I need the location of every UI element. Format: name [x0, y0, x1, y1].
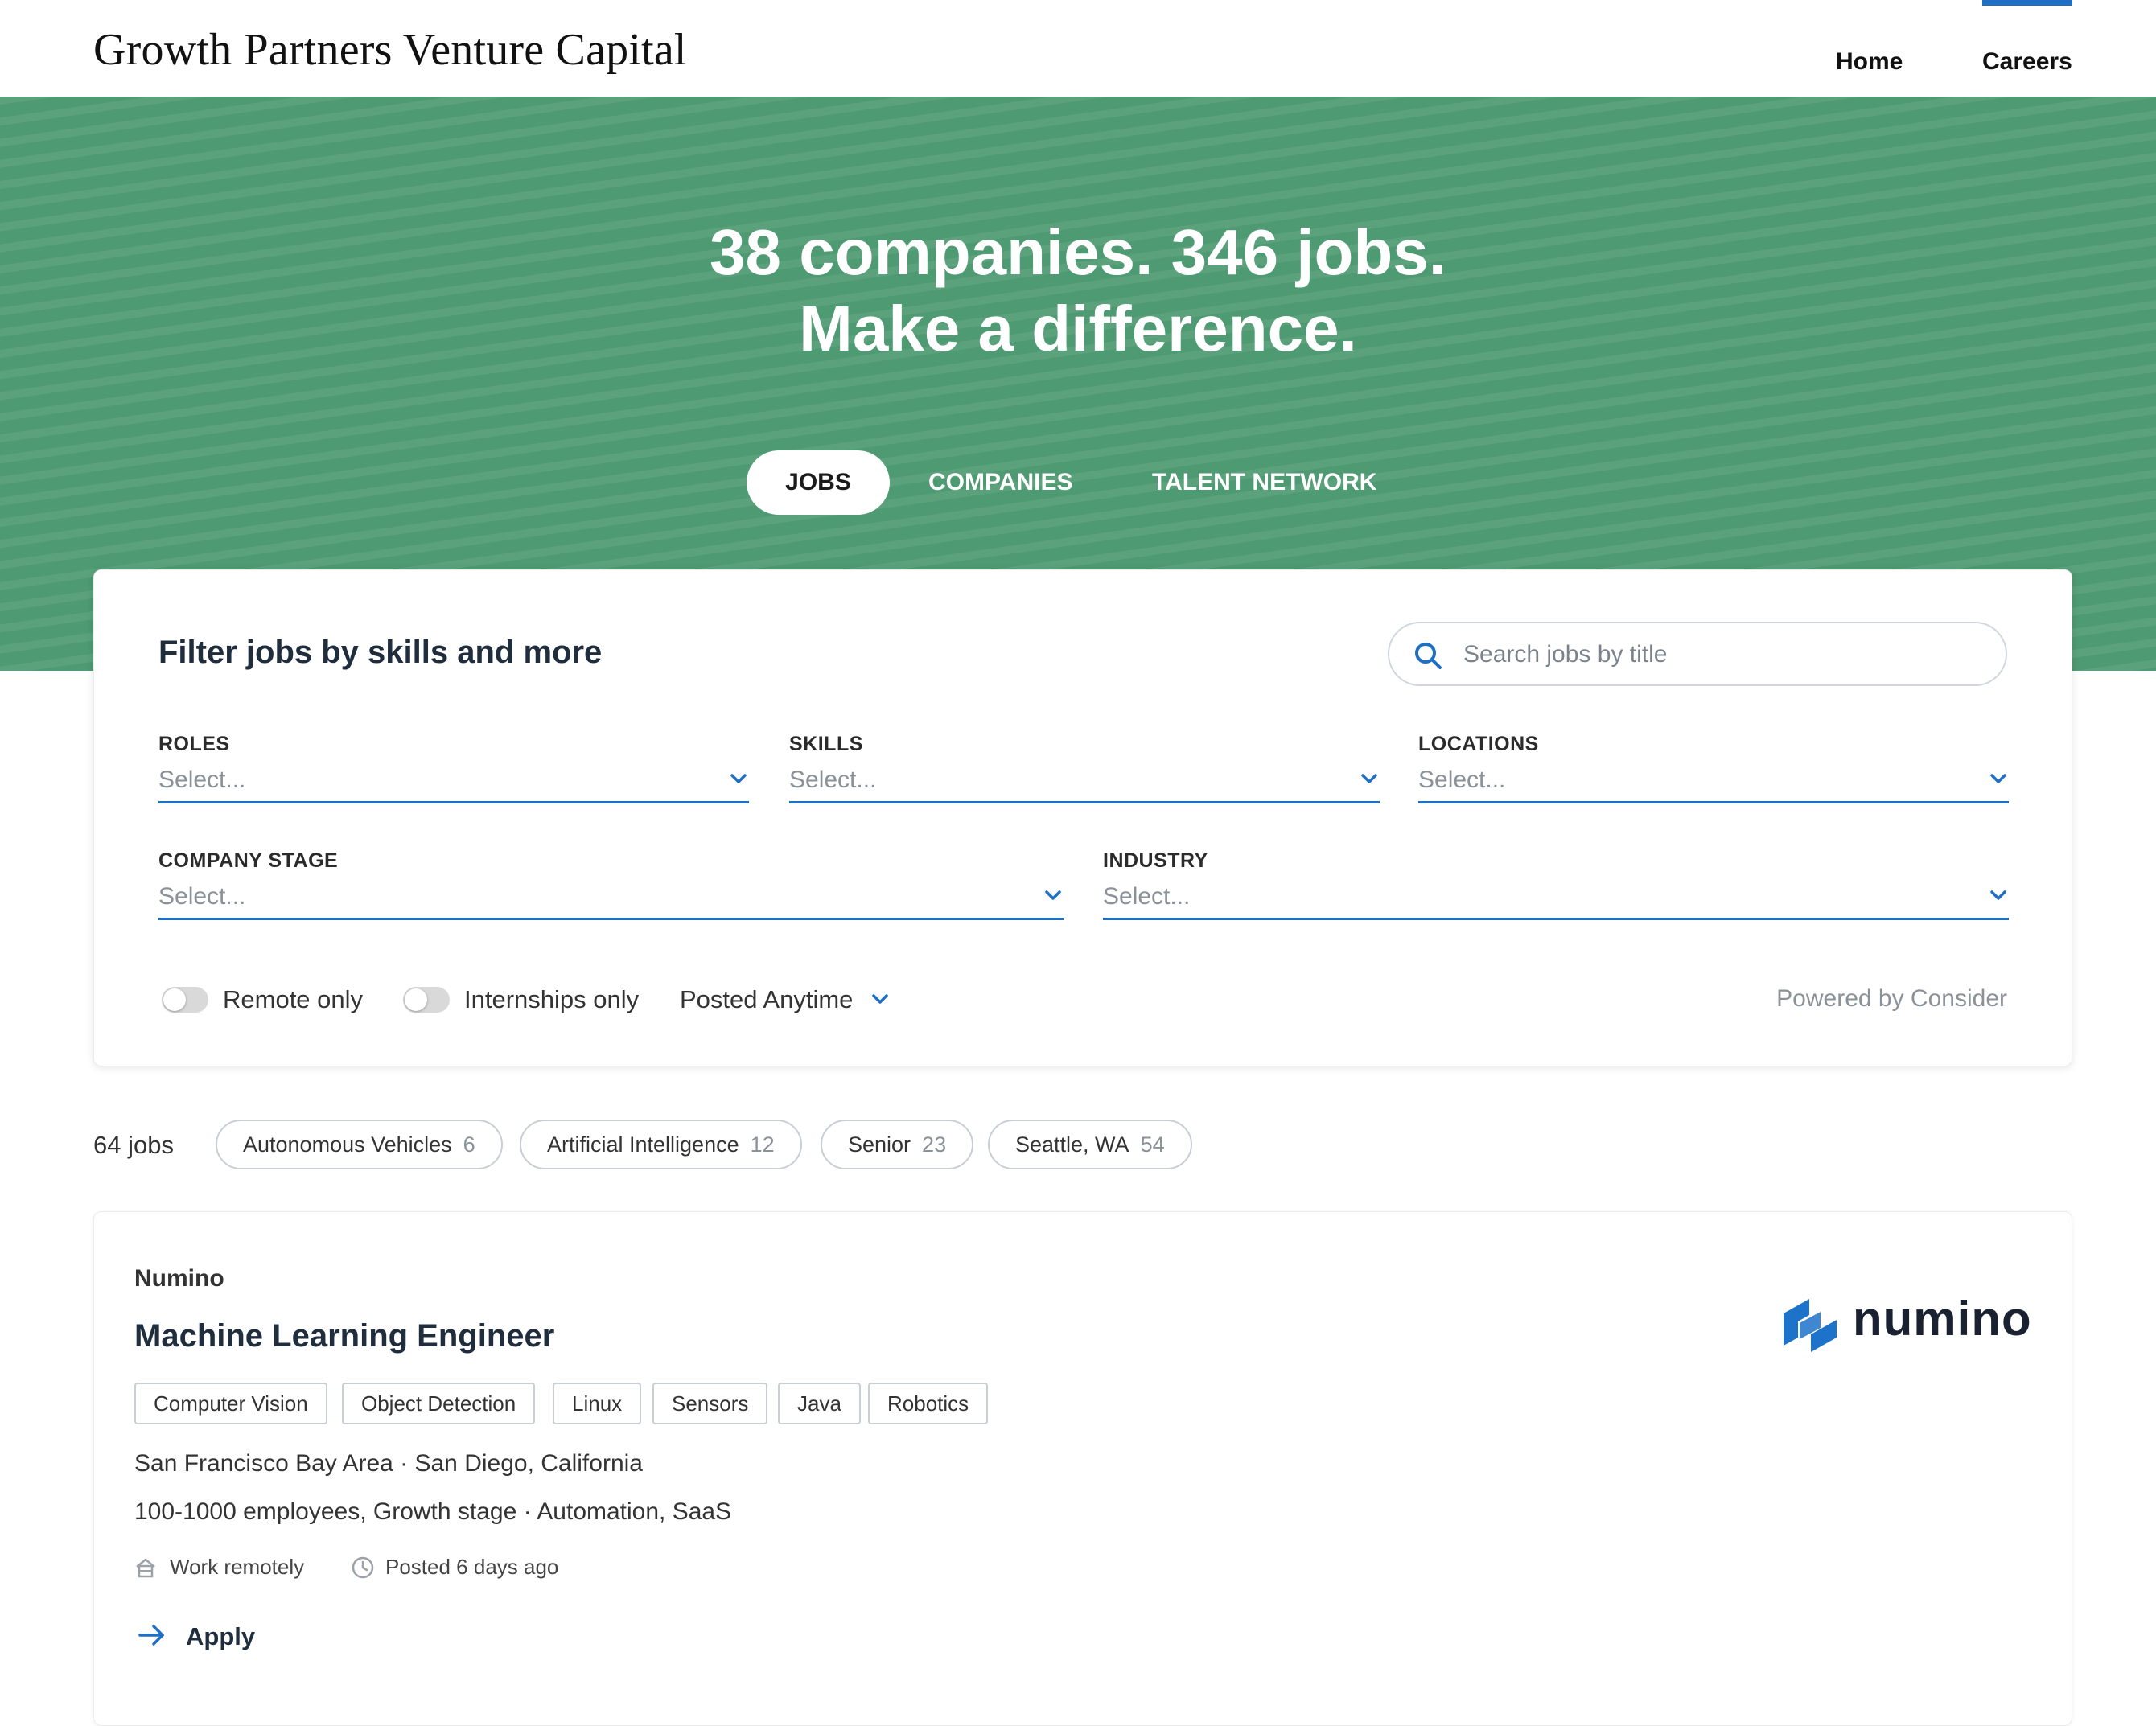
powered-by[interactable]: Powered by Consider	[1776, 985, 2007, 1013]
job-tag: Java	[778, 1383, 861, 1424]
chip-label: Autonomous Vehicles	[243, 1132, 452, 1157]
house-icon	[136, 1558, 155, 1578]
roles-value[interactable]: Select...	[158, 766, 245, 794]
chip-seattle-wa[interactable]: Seattle, WA 54	[988, 1120, 1192, 1169]
industry-underline	[1103, 918, 2009, 920]
job-company-info: 100-1000 employees, Growth stage · Autom…	[134, 1498, 732, 1525]
arrow-right-icon[interactable]	[138, 1622, 167, 1648]
hero-headline-line1: 38 companies. 346 jobs.	[710, 216, 1446, 288]
posted-anytime-dropdown[interactable]: Posted Anytime	[680, 985, 853, 1014]
job-tag: Object Detection	[342, 1383, 536, 1424]
nav-active-indicator	[1982, 0, 2072, 6]
skills-select[interactable]: SKILLS Select...	[789, 733, 1380, 803]
job-company-name[interactable]: Numino	[134, 1265, 224, 1292]
search-icon	[1415, 643, 1442, 669]
chevron-down-icon[interactable]	[1359, 768, 1380, 789]
chip-label: Seattle, WA	[1015, 1132, 1129, 1157]
toggle-knob	[405, 988, 427, 1011]
tab-jobs[interactable]: JOBS	[747, 450, 890, 515]
chip-count: 54	[1140, 1132, 1165, 1157]
chevron-down-icon[interactable]	[1988, 768, 2009, 789]
job-locations: San Francisco Bay Area · San Diego, Cali…	[134, 1450, 643, 1477]
toggle-knob	[163, 988, 186, 1011]
roles-select[interactable]: ROLES Select...	[158, 733, 749, 803]
internships-only-label[interactable]: Internships only	[464, 985, 639, 1014]
roles-label: ROLES	[158, 733, 230, 755]
remote-only-toggle[interactable]	[162, 987, 208, 1013]
job-tag: Sensors	[652, 1383, 768, 1424]
chip-label: Senior	[848, 1132, 911, 1157]
job-card[interactable]: Numino Machine Learning Engineer Compute…	[93, 1211, 2072, 1726]
tab-companies[interactable]: COMPANIES	[928, 450, 1072, 515]
filter-title: Filter jobs by skills and more	[158, 635, 603, 670]
clock-icon	[352, 1556, 374, 1579]
brand-title[interactable]: Growth Partners Venture Capital	[93, 24, 687, 76]
job-tag: Robotics	[868, 1383, 989, 1424]
job-tag: Computer Vision	[134, 1383, 327, 1424]
locations-label: LOCATIONS	[1418, 733, 1539, 755]
job-remote: Work remotely	[170, 1555, 305, 1579]
internships-only-toggle[interactable]	[403, 987, 450, 1013]
industry-value[interactable]: Select...	[1103, 883, 1190, 910]
chevron-down-icon[interactable]	[728, 768, 749, 789]
roles-underline	[158, 801, 749, 803]
jobs-count: 64 jobs	[93, 1131, 174, 1159]
skills-label: SKILLS	[789, 733, 863, 755]
locations-underline	[1418, 801, 2009, 803]
chip-senior[interactable]: Senior 23	[821, 1120, 974, 1169]
hero-headline-line2: Make a difference.	[799, 293, 1357, 364]
industry-select[interactable]: INDUSTRY Select...	[1103, 849, 2009, 920]
locations-select[interactable]: LOCATIONS Select...	[1418, 733, 2009, 803]
company-stage-label: COMPANY STAGE	[158, 849, 339, 872]
numino-logo-icon[interactable]	[1782, 1296, 1838, 1354]
remote-only-label[interactable]: Remote only	[223, 985, 363, 1014]
industry-label: INDUSTRY	[1103, 849, 1208, 872]
nav-careers[interactable]: Careers	[1982, 48, 2072, 76]
chip-count: 6	[463, 1132, 475, 1157]
tab-talent-network[interactable]: TALENT NETWORK	[1152, 450, 1376, 515]
chip-count: 12	[750, 1132, 775, 1157]
search-box[interactable]	[1388, 622, 2007, 686]
chevron-down-icon[interactable]	[1988, 885, 2009, 906]
skills-value[interactable]: Select...	[789, 766, 876, 794]
chip-count: 23	[922, 1132, 947, 1157]
chevron-down-icon[interactable]	[870, 988, 891, 1009]
company-stage-value[interactable]: Select...	[158, 883, 245, 910]
nav-home[interactable]: Home	[1836, 48, 1903, 76]
chevron-down-icon[interactable]	[1043, 885, 1064, 906]
search-input[interactable]	[1462, 623, 1980, 686]
company-stage-select[interactable]: COMPANY STAGE Select...	[158, 849, 1064, 920]
locations-value[interactable]: Select...	[1418, 766, 1505, 794]
apply-button[interactable]: Apply	[186, 1622, 255, 1651]
site-header: Growth Partners Venture Capital Home Car…	[0, 0, 2156, 97]
job-title[interactable]: Machine Learning Engineer	[134, 1318, 554, 1354]
job-posted: Posted 6 days ago	[385, 1555, 559, 1579]
chip-autonomous-vehicles[interactable]: Autonomous Vehicles 6	[216, 1120, 503, 1169]
company-stage-underline	[158, 918, 1064, 920]
job-tag: Linux	[553, 1383, 642, 1424]
skills-underline	[789, 801, 1380, 803]
numino-logo-text[interactable]: numino	[1853, 1291, 2032, 1346]
filter-panel: Filter jobs by skills and more ROLES Sel…	[93, 569, 2072, 1066]
chip-label: Artificial Intelligence	[547, 1132, 739, 1157]
chip-artificial-intelligence[interactable]: Artificial Intelligence 12	[520, 1120, 802, 1169]
